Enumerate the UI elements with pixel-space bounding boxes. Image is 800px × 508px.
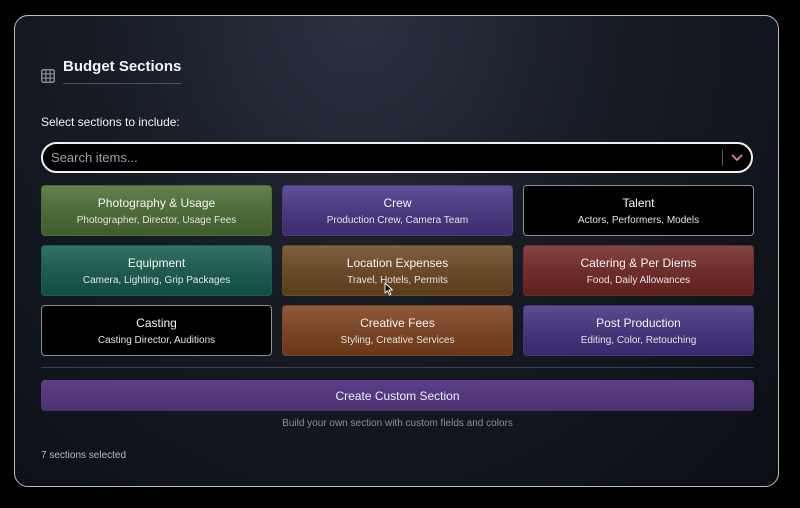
section-card-title: Equipment: [127, 255, 186, 270]
selected-count: 7 sections selected: [41, 450, 127, 461]
section-card-description: Photographer, Director, Usage Fees: [76, 214, 237, 226]
section-card-description: Casting Director, Auditions: [97, 334, 216, 346]
section-card-title: Catering & Per Diems: [580, 255, 697, 270]
section-card-casting[interactable]: Casting Casting Director, Auditions: [41, 305, 272, 356]
section-card-title: Talent: [622, 195, 655, 210]
section-card-title: Photography & Usage: [97, 195, 216, 210]
chevron-down-icon[interactable]: [723, 154, 751, 162]
panel-title: Budget Sections: [63, 58, 182, 84]
create-custom-section-button[interactable]: Create Custom Section: [41, 380, 754, 411]
section-card-description: Food, Daily Allowances: [586, 274, 691, 286]
custom-section-hint: Build your own section with custom field…: [282, 418, 513, 429]
section-card-description: Styling, Creative Services: [340, 334, 455, 346]
section-card-photography-usage[interactable]: Photography & Usage Photographer, Directo…: [41, 185, 272, 236]
grid-icon: [41, 69, 55, 83]
section-card-description: Camera, Lighting, Grip Packages: [82, 274, 231, 286]
budget-sections-panel: Budget Sections Select sections to inclu…: [14, 15, 779, 487]
search-box: [41, 142, 753, 173]
search-input[interactable]: [43, 150, 722, 165]
section-card-description: Travel, Hotels, Permits: [347, 274, 448, 286]
section-card-equipment[interactable]: Equipment Camera, Lighting, Grip Packages: [41, 245, 272, 296]
section-card-creative-fees[interactable]: Creative Fees Styling, Creative Services: [282, 305, 513, 356]
section-card-title: Post Production: [596, 315, 681, 330]
section-card-title: Location Expenses: [346, 255, 449, 270]
section-card-catering-per-diems[interactable]: Catering & Per Diems Food, Daily Allowanc…: [523, 245, 754, 296]
section-card-grid: Photography & Usage Photographer, Directo…: [41, 185, 754, 356]
section-card-talent[interactable]: Talent Actors, Performers, Models: [523, 185, 754, 236]
section-card-description: Actors, Performers, Models: [577, 214, 700, 226]
panel-header: Budget Sections: [41, 58, 182, 84]
divider: [41, 367, 754, 368]
section-card-description: Editing, Color, Retouching: [580, 334, 697, 346]
section-card-title: Casting: [136, 315, 177, 330]
section-card-post-production[interactable]: Post Production Editing, Color, Retouchin…: [523, 305, 754, 356]
section-prompt: Select sections to include:: [41, 115, 180, 129]
section-card-crew[interactable]: Crew Production Crew, Camera Team: [282, 185, 513, 236]
section-card-description: Production Crew, Camera Team: [326, 214, 469, 226]
section-card-location-expenses[interactable]: Location Expenses Travel, Hotels, Permits: [282, 245, 513, 296]
section-card-title: Creative Fees: [360, 315, 435, 330]
section-card-title: Crew: [383, 195, 412, 210]
mouse-cursor-icon: [384, 282, 394, 301]
